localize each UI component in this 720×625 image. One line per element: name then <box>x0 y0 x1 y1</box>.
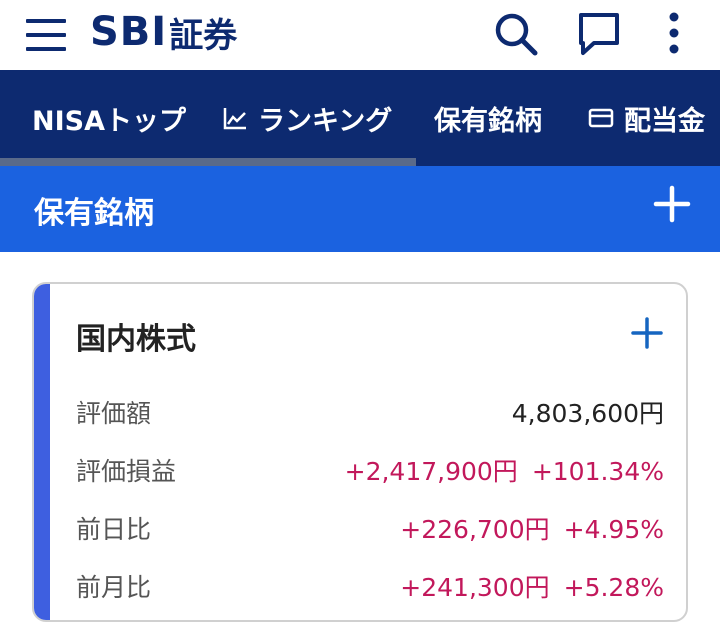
app-header: SBI 証券 <box>0 0 720 70</box>
logo-latin: SBI <box>90 9 168 55</box>
ranking-chart-icon <box>222 105 248 131</box>
section-title: 保有銘柄 <box>34 196 154 231</box>
row-amount: 4,803,600円 <box>511 399 664 428</box>
tab-dividends[interactable]: 配当金 <box>588 70 705 166</box>
menu-icon[interactable] <box>26 17 66 53</box>
row-amount: +226,700円 <box>400 515 550 544</box>
chat-icon[interactable] <box>574 8 624 58</box>
row-label: 前日比 <box>76 515 152 544</box>
tab-bar: NISAトップ ランキング 保有銘柄 配当金 <box>0 70 720 166</box>
row-percent: +5.28% <box>563 573 664 602</box>
row-values: +226,700円 +4.95% <box>400 510 664 546</box>
row-label: 評価損益 <box>76 457 177 486</box>
tab-holdings[interactable]: 保有銘柄 <box>434 70 542 166</box>
row-label: 評価額 <box>76 399 152 428</box>
card-title: 国内株式 <box>76 322 196 357</box>
row-percent: +4.95% <box>563 515 664 544</box>
card-icon <box>588 107 614 129</box>
tab-label: ランキング <box>258 105 393 137</box>
tab-ranking[interactable]: ランキング <box>222 70 392 166</box>
row-percent: +101.34% <box>531 457 664 486</box>
tab-scroll-indicator <box>0 158 416 166</box>
row-day-change: 前日比 +226,700円 +4.95% <box>76 504 664 544</box>
section-header: 保有銘柄 <box>0 166 720 252</box>
search-icon[interactable] <box>490 8 540 58</box>
tab-label: 配当金 <box>624 105 705 137</box>
row-label: 前月比 <box>76 573 152 602</box>
row-amount: +2,417,900円 <box>344 457 518 486</box>
plus-icon[interactable] <box>630 316 664 350</box>
tab-label: NISAトップ <box>32 105 186 137</box>
row-unrealized-pl: 評価損益 +2,417,900円 +101.34% <box>76 446 664 486</box>
row-month-change: 前月比 +241,300円 +5.28% <box>76 562 664 602</box>
card-accent-bar <box>34 284 50 620</box>
plus-icon[interactable] <box>652 184 692 224</box>
row-amount: +241,300円 <box>400 573 550 602</box>
tab-label: 保有銘柄 <box>434 105 542 137</box>
row-values: +2,417,900円 +101.34% <box>345 452 664 488</box>
row-valuation: 評価額 4,803,600円 <box>76 388 664 428</box>
row-values: +241,300円 +5.28% <box>400 568 664 604</box>
tab-nisa-top[interactable]: NISAトップ <box>32 70 186 166</box>
more-vertical-icon[interactable] <box>652 8 696 58</box>
logo-jp: 証券 <box>169 15 238 56</box>
domestic-stocks-card[interactable]: 国内株式 評価額 4,803,600円 評価損益 +2,417,900円 +101… <box>32 282 688 622</box>
sbi-logo[interactable]: SBI 証券 <box>90 4 237 60</box>
